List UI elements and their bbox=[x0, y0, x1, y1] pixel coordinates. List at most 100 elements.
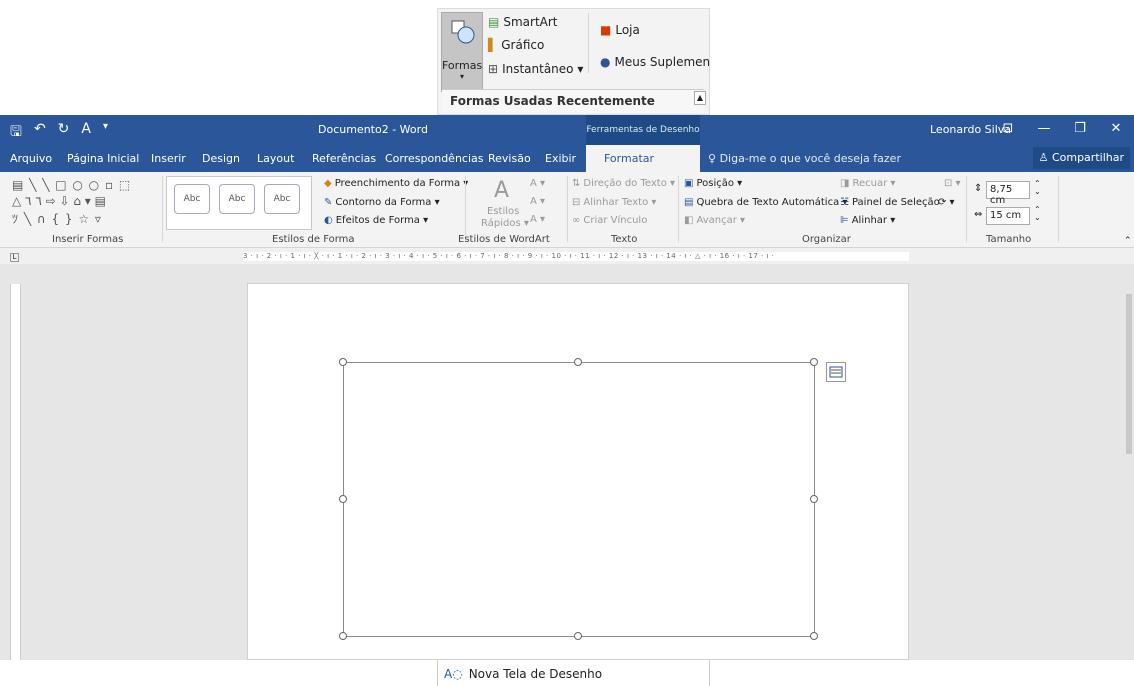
width-icon: ⇔ bbox=[974, 209, 983, 220]
undo-icon[interactable]: ↶ bbox=[34, 121, 46, 145]
direcao-texto-button[interactable]: ⇅ Direção do Texto ▾ bbox=[572, 178, 675, 189]
alinhar-button[interactable]: ⊫ Alinhar ▾ bbox=[840, 215, 895, 226]
avancar-label: Avançar ▾ bbox=[696, 215, 746, 226]
restore-icon[interactable]: ❐ bbox=[1062, 115, 1098, 145]
efeitos-button[interactable]: ◐ Efeitos de Forma ▾ bbox=[324, 215, 428, 226]
tab-pagina-inicial[interactable]: Página Inicial bbox=[67, 152, 139, 165]
tab-layout[interactable]: Layout bbox=[257, 152, 294, 165]
tab-referencias[interactable]: Referências bbox=[312, 152, 376, 165]
criar-vinculo-button[interactable]: ∞ Criar Vínculo bbox=[572, 215, 647, 226]
drawing-shape[interactable] bbox=[339, 358, 818, 640]
shape-style-2[interactable]: Abc bbox=[219, 184, 255, 214]
close-icon[interactable]: ✕ bbox=[1098, 115, 1134, 145]
tab-selector[interactable]: L bbox=[10, 253, 19, 262]
group-label-tamanho: Tamanho bbox=[986, 234, 1032, 245]
divider bbox=[162, 176, 163, 242]
resize-handle-bottom-right[interactable] bbox=[810, 632, 818, 640]
recent-shapes-header: Formas Usadas Recentemente bbox=[442, 89, 704, 113]
quebra-texto-button[interactable]: ▤ Quebra de Texto Automática ▾ bbox=[684, 197, 847, 208]
contorno-button[interactable]: ✎ Contorno da Forma ▾ bbox=[324, 197, 440, 208]
resize-handle-top-right[interactable] bbox=[810, 358, 818, 366]
window-controls: ⊡ — ❐ ✕ bbox=[990, 115, 1134, 145]
estilos-rapidos-1[interactable]: Estilos bbox=[487, 206, 519, 217]
width-input[interactable]: 15 cm bbox=[986, 207, 1030, 225]
posicao-button[interactable]: ▣ Posição ▾ bbox=[684, 178, 742, 189]
preenchimento-button[interactable]: ◆ Preenchimento da Forma ▾ bbox=[324, 178, 468, 189]
tab-exibir[interactable]: Exibir bbox=[545, 152, 576, 165]
tab-correspondencias[interactable]: Correspondências bbox=[385, 152, 484, 165]
nova-tela-menu-item[interactable]: A◌ Nova Tela de Desenho bbox=[444, 667, 602, 681]
height-input[interactable]: 8,75 cm bbox=[986, 181, 1030, 206]
grafico-button[interactable]: ▌ Gráfico bbox=[488, 38, 544, 52]
wrap-text-icon: ▤ bbox=[684, 197, 694, 208]
gallery-scroll-up-icon[interactable]: ▲ bbox=[694, 91, 706, 105]
collapse-ribbon-icon[interactable]: ⌃ bbox=[1124, 236, 1132, 246]
ribbon-tabs: Arquivo Página Inicial Inserir Design La… bbox=[0, 145, 1134, 172]
estilos-rapidos-2[interactable]: Rápidos ▾ bbox=[481, 218, 529, 229]
formas-button[interactable]: Formas ▾ bbox=[441, 12, 483, 92]
tab-revisao[interactable]: Revisão bbox=[488, 152, 531, 165]
redo-icon[interactable]: ↻ bbox=[58, 121, 70, 145]
shape-style-1[interactable]: Abc bbox=[174, 184, 210, 214]
text-fill-icon[interactable]: A ▾ bbox=[530, 178, 545, 189]
tell-me-box[interactable]: ♀ Diga-me o que você deseja fazer bbox=[708, 152, 901, 165]
share-label: Compartilhar bbox=[1051, 151, 1124, 164]
grafico-label: Gráfico bbox=[501, 38, 545, 52]
divider bbox=[1058, 176, 1059, 242]
resize-handle-bottom-left[interactable] bbox=[339, 632, 347, 640]
shapes-icon bbox=[451, 20, 475, 44]
send-backward-icon: ◨ bbox=[840, 178, 850, 189]
shapes-dropdown-bottom: A◌ Nova Tela de Desenho bbox=[437, 660, 710, 686]
resize-handle-right[interactable] bbox=[810, 495, 818, 503]
text-effects-icon[interactable]: A ▾ bbox=[530, 214, 545, 225]
share-button[interactable]: ♙ Compartilhar bbox=[1032, 147, 1130, 169]
save-icon[interactable]: 🖫 bbox=[10, 121, 22, 145]
shapes-gallery-row2[interactable]: △ ٦ ٦ ⇨ ⇩ ⌂ ▾ ▤ bbox=[12, 194, 106, 208]
alinhar-texto-button[interactable]: ⊟ Alinhar Texto ▾ bbox=[572, 197, 656, 208]
scrollbar-thumb[interactable] bbox=[1126, 294, 1132, 454]
document-title: Documento2 - Word bbox=[318, 123, 428, 136]
shapes-gallery[interactable]: ▤ ╲ ╲ □ ○ ○ ▫ ⬚ bbox=[12, 178, 152, 192]
tab-arquivo[interactable]: Arquivo bbox=[10, 152, 52, 165]
preenchimento-label: Preenchimento da Forma ▾ bbox=[334, 178, 469, 189]
recuar-button[interactable]: ◨ Recuar ▾ bbox=[840, 178, 895, 189]
shape-style-3[interactable]: Abc bbox=[264, 184, 300, 214]
align-text-icon: ⊟ bbox=[572, 197, 581, 208]
chart-icon: ▌ bbox=[488, 38, 498, 52]
resize-handle-left[interactable] bbox=[339, 495, 347, 503]
format-painter-icon[interactable]: A bbox=[81, 121, 91, 145]
loja-button[interactable]: ■ Loja bbox=[600, 23, 640, 37]
suplementos-button[interactable]: ● Meus Suplemen bbox=[600, 55, 710, 69]
resize-handle-top[interactable] bbox=[574, 358, 582, 366]
group-icon[interactable]: ⊡ ▾ bbox=[944, 178, 961, 189]
shapes-gallery-row3[interactable]: ﾂ ╲ ∩ { } ☆ ▿ bbox=[12, 210, 102, 227]
rotate-icon[interactable]: ⟳ ▾ bbox=[938, 197, 955, 208]
avancar-button[interactable]: ◧ Avançar ▾ bbox=[684, 215, 745, 226]
ruler-marks[interactable]: 3 · ı · 2 · ı · 1 · ı · ╳ · ı · 1 · ı · … bbox=[243, 252, 909, 261]
height-spinner-icon[interactable]: ⌃ ⌄ bbox=[1034, 180, 1041, 196]
tab-formatar[interactable]: Formatar bbox=[586, 145, 700, 172]
divider bbox=[588, 13, 589, 73]
text-outline-icon[interactable]: A ▾ bbox=[530, 196, 545, 207]
insert-illustrations-group: Formas ▾ ▤ SmartArt ▌ Gráfico ⊞ Instantâ… bbox=[437, 8, 710, 115]
divider bbox=[567, 176, 568, 242]
width-spinner-icon[interactable]: ⌃ ⌄ bbox=[1034, 206, 1041, 222]
contorno-label: Contorno da Forma ▾ bbox=[335, 197, 440, 208]
resize-handle-bottom[interactable] bbox=[574, 632, 582, 640]
efeitos-label: Efeitos de Forma ▾ bbox=[335, 215, 429, 226]
vertical-ruler[interactable] bbox=[10, 284, 21, 660]
ribbon-display-icon[interactable]: ⊡ bbox=[990, 115, 1026, 145]
resize-handle-top-left[interactable] bbox=[339, 358, 347, 366]
vertical-scrollbar[interactable] bbox=[1124, 264, 1134, 660]
outline-pen-icon: ✎ bbox=[324, 197, 333, 208]
tab-inserir[interactable]: Inserir bbox=[151, 152, 186, 165]
layout-options-icon[interactable] bbox=[826, 362, 846, 382]
smartart-button[interactable]: ▤ SmartArt bbox=[488, 15, 558, 29]
quick-access-toolbar: 🖫 ↶ ↻ A ▾ bbox=[10, 121, 108, 145]
customize-qat-icon[interactable]: ▾ bbox=[103, 121, 108, 145]
instantaneo-button[interactable]: ⊞ Instantâneo ▾ bbox=[488, 62, 583, 76]
tab-design[interactable]: Design bbox=[202, 152, 240, 165]
minimize-icon[interactable]: — bbox=[1026, 115, 1062, 145]
painel-selecao-button[interactable]: ☷ Painel de Seleção bbox=[840, 197, 940, 208]
lightbulb-icon: ♀ bbox=[708, 152, 717, 165]
